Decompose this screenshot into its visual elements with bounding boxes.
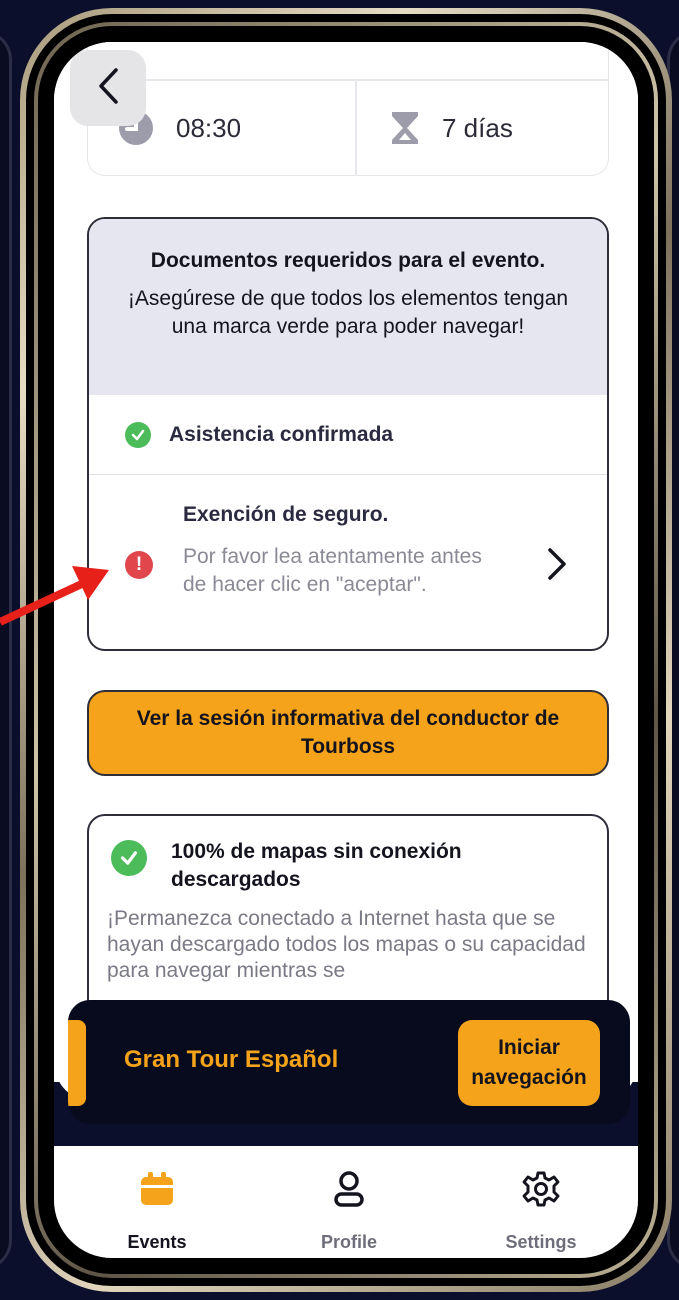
scroll-content[interactable]: 08:30 7 días Documentos requeridos para … — [54, 42, 638, 1102]
alert-circle-icon: ! — [125, 551, 153, 579]
event-time-value: 08:30 — [176, 112, 242, 143]
documents-title: Documentos requeridos para el evento. — [150, 249, 546, 272]
back-button[interactable] — [70, 50, 146, 126]
start-navigation-button[interactable]: Iniciar navegación — [458, 1020, 600, 1106]
chevron-left-icon — [97, 67, 119, 110]
document-item-label: Asistencia confirmada — [169, 422, 394, 446]
phone-screen: 08:30 7 días Documentos requeridos para … — [54, 42, 638, 1258]
tour-name[interactable]: Gran Tour Español — [124, 1046, 338, 1074]
document-item-attendance: Asistencia confirmada — [89, 395, 607, 475]
tab-label: Settings — [505, 1232, 577, 1252]
event-duration-value: 7 días — [442, 112, 513, 143]
adjacent-phone-left — [0, 30, 12, 1270]
document-item-label: Exención de seguro. — [183, 503, 389, 526]
tab-profile[interactable]: Profile — [294, 1146, 404, 1258]
calendar-icon — [137, 1164, 177, 1214]
phone-frame: 08:30 7 días Documentos requeridos para … — [20, 8, 672, 1292]
driver-briefing-button[interactable]: Ver la sesión informativa del conductor … — [87, 690, 609, 776]
gear-icon — [521, 1164, 561, 1214]
offline-maps-title: 100% de mapas sin conexión descargados — [171, 840, 462, 891]
tab-settings[interactable]: Settings — [486, 1146, 596, 1258]
check-circle-icon — [125, 421, 151, 448]
user-icon — [329, 1164, 369, 1214]
tour-accent-bar — [68, 1020, 86, 1106]
tab-label: Events — [127, 1232, 187, 1252]
required-documents-card: Documentos requeridos para el evento. ¡A… — [87, 217, 609, 651]
documents-subtitle: ¡Asegúrese de que todos los elementos te… — [127, 287, 569, 338]
active-tour-bar: Gran Tour Español Iniciar navegación — [68, 1000, 630, 1124]
document-item-description: Por favor lea atentamente antes de hacer… — [183, 545, 482, 596]
document-item-insurance-waiver[interactable]: ! Exención de seguro. Por favor lea aten… — [89, 475, 607, 649]
annotation-arrow — [0, 560, 115, 645]
hourglass-icon — [390, 110, 420, 146]
event-info-card: 08:30 7 días — [87, 42, 609, 176]
documents-header: Documentos requeridos para el evento. ¡A… — [89, 219, 607, 395]
event-duration: 7 días — [390, 79, 513, 177]
tab-events[interactable]: Events — [102, 1146, 212, 1258]
chevron-right-icon — [547, 547, 567, 586]
bottom-tab-bar: Events Profile Settings — [54, 1146, 638, 1258]
offline-maps-text: ¡Permanezca conectado a Internet hasta q… — [107, 907, 586, 982]
tab-label: Profile — [320, 1232, 377, 1252]
check-circle-icon — [111, 840, 147, 876]
